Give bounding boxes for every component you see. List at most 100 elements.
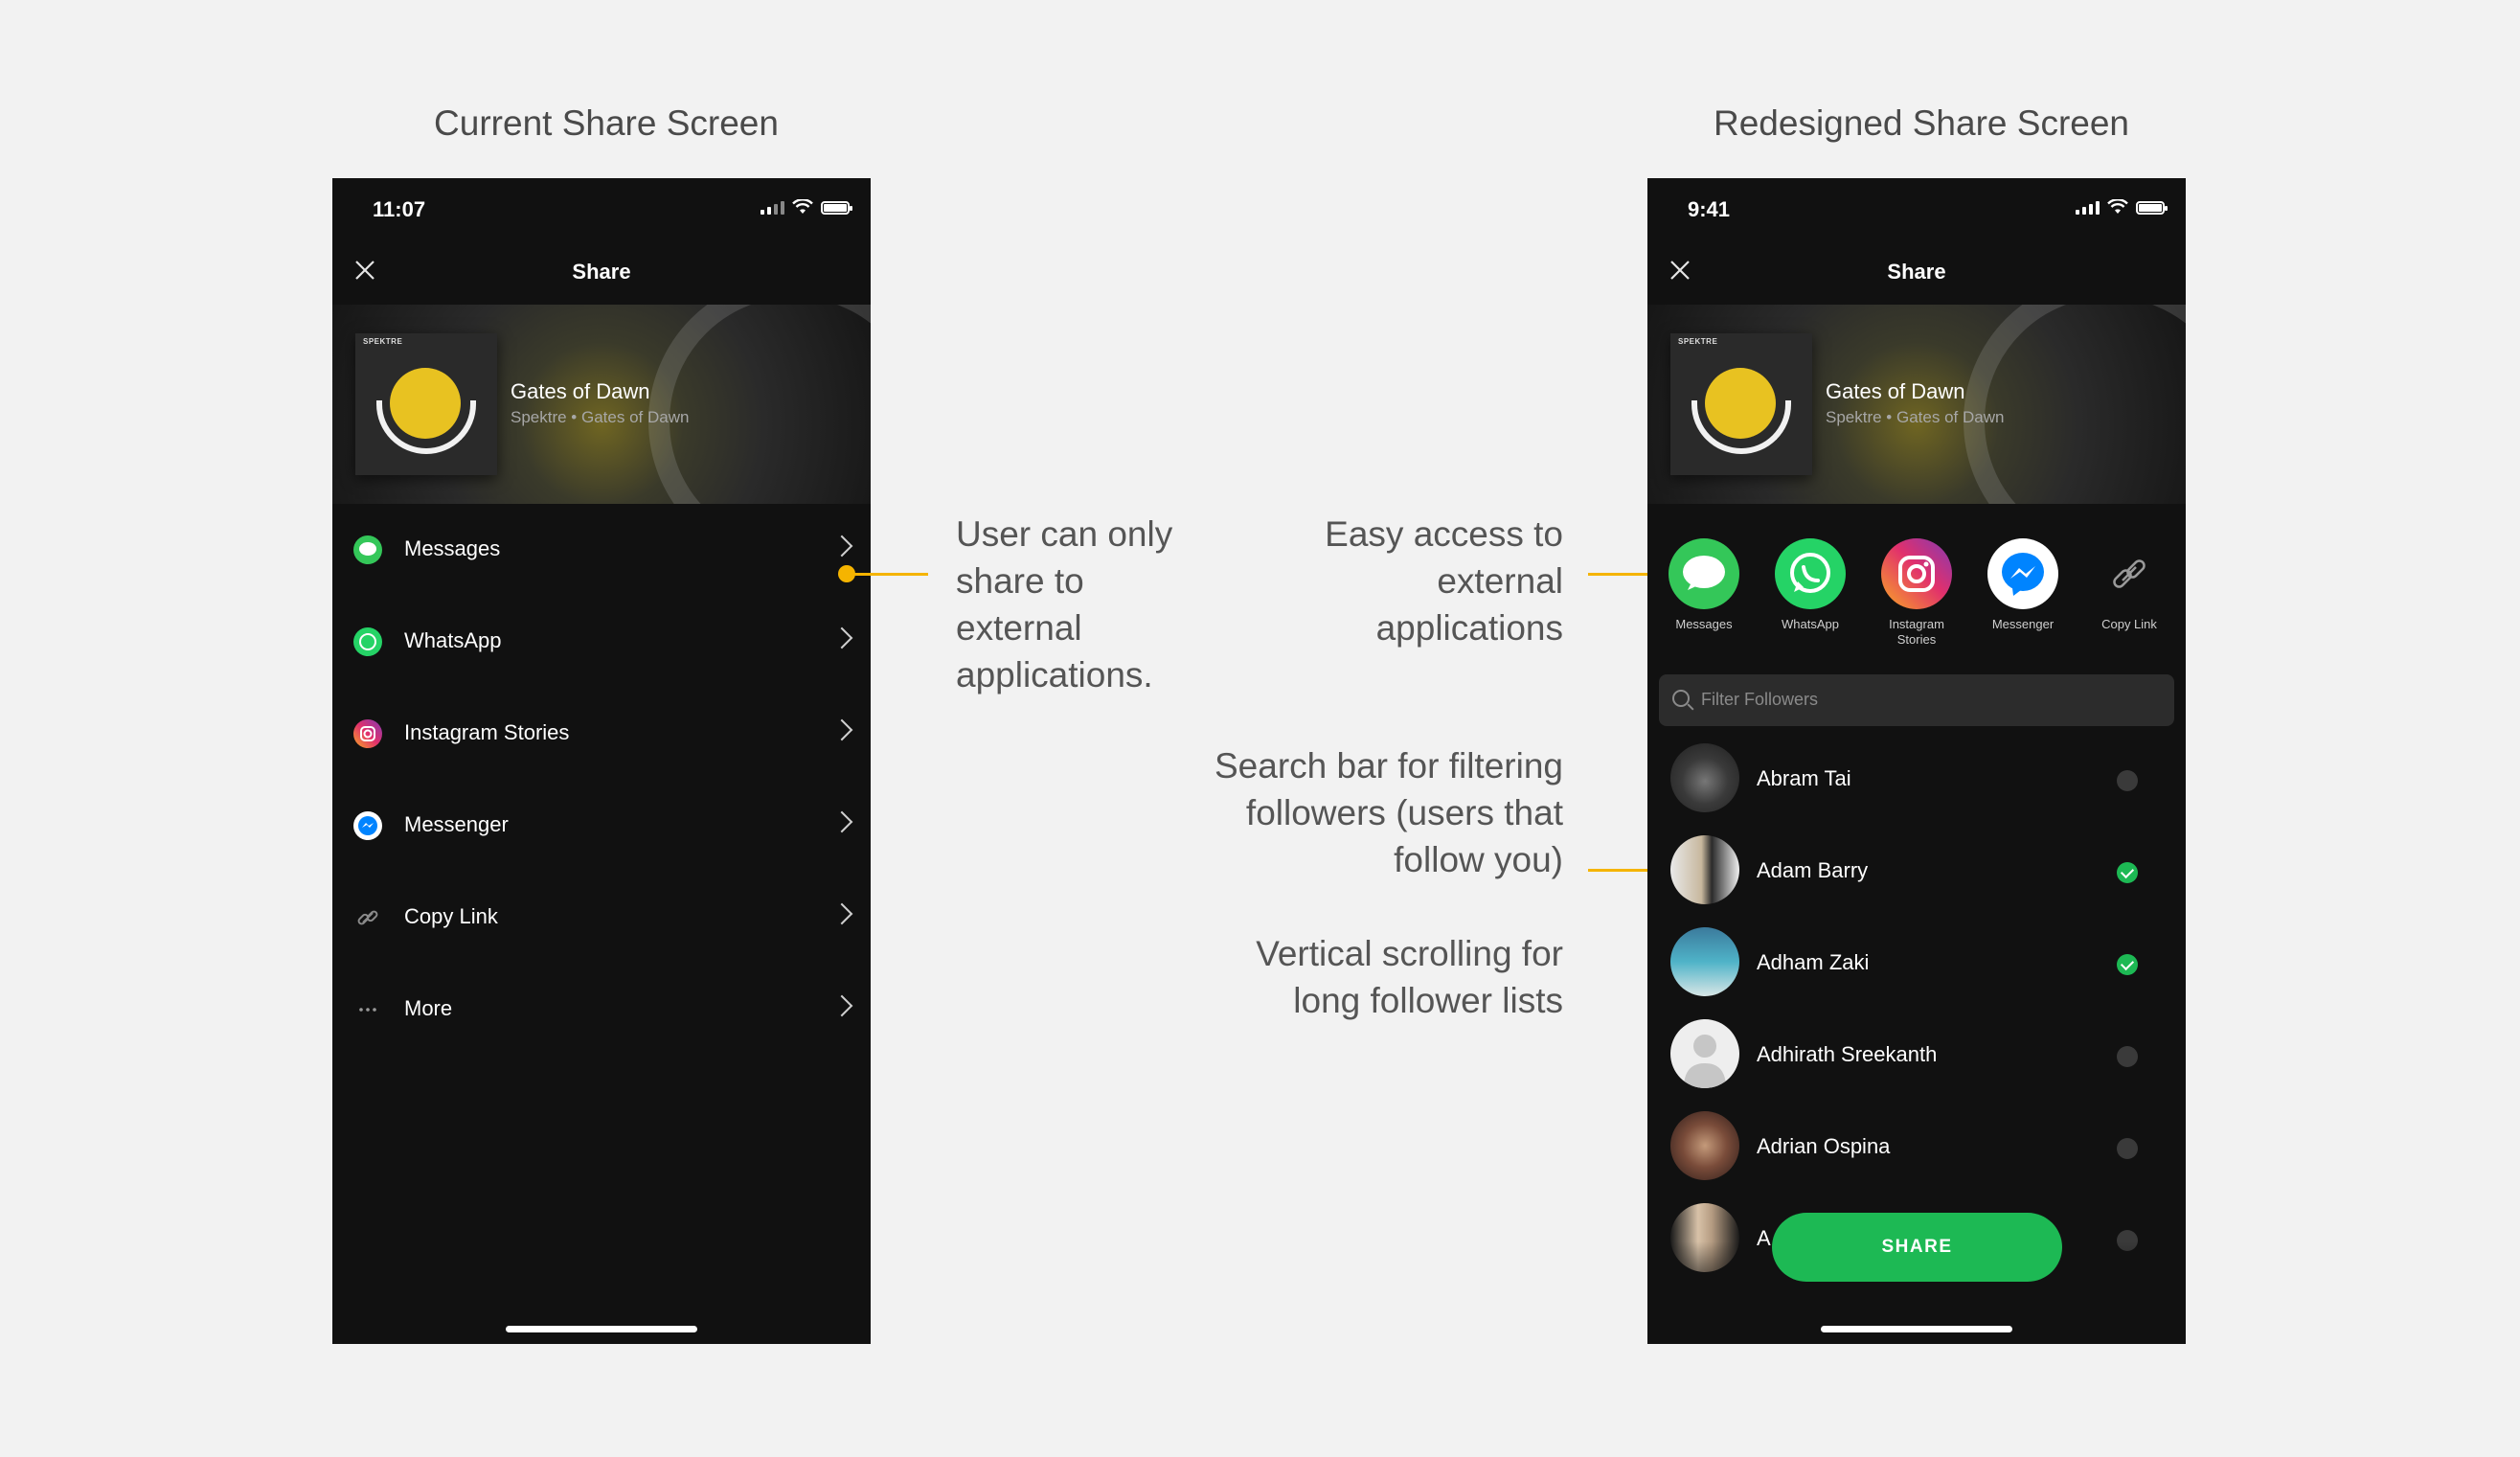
avatar bbox=[1670, 1019, 1739, 1088]
battery-icon bbox=[2136, 201, 2168, 215]
follower-name: Abram Tai bbox=[1757, 766, 1851, 790]
avatar bbox=[1670, 743, 1739, 812]
track-header: SPEKTRE Gates of Dawn Spektre • Gates of… bbox=[1647, 305, 2186, 504]
status-time: 9:41 bbox=[1688, 197, 1731, 221]
album-cover: SPEKTRE bbox=[355, 333, 497, 475]
annotation-line: external bbox=[1437, 561, 1563, 601]
status-time: 11:07 bbox=[373, 197, 426, 221]
battery-icon bbox=[821, 201, 852, 215]
annotation-leader-line bbox=[846, 573, 928, 576]
track-title: Gates of Dawn bbox=[1826, 379, 1965, 403]
page-title: Share bbox=[1887, 260, 1946, 284]
current-share-screen: 11:07 Share SPEKTRE Gates of Dawn Spektr… bbox=[332, 178, 871, 1344]
annotation-line: external bbox=[956, 608, 1082, 648]
select-checkbox-checked[interactable] bbox=[2117, 862, 2138, 883]
select-checkbox-checked[interactable] bbox=[2117, 954, 2138, 975]
share-option-messenger[interactable]: Messenger bbox=[332, 780, 871, 872]
share-app-label: Copy Link bbox=[2101, 617, 2157, 631]
share-app-label: Messages bbox=[1675, 617, 1733, 631]
redesigned-share-screen: 9:41 Share SPEKTRE Gates of Dawn Spektre… bbox=[1647, 178, 2186, 1344]
signal-icon bbox=[2076, 201, 2100, 215]
annotation-line: User can only bbox=[956, 514, 1173, 554]
select-checkbox[interactable] bbox=[2117, 1138, 2138, 1159]
follower-name: Adam Barry bbox=[1757, 858, 1869, 882]
avatar bbox=[1670, 1111, 1739, 1180]
instagram-icon bbox=[1881, 538, 1952, 609]
share-app-label: WhatsApp bbox=[1782, 617, 1839, 631]
share-option-copy-link[interactable]: Copy Link bbox=[332, 872, 871, 964]
share-option-label: Copy Link bbox=[404, 904, 498, 928]
cover-brand: SPEKTRE bbox=[363, 337, 403, 346]
select-checkbox[interactable] bbox=[2117, 770, 2138, 791]
track-title: Gates of Dawn bbox=[511, 379, 650, 403]
redesigned-screen-heading: Redesigned Share Screen bbox=[1713, 103, 2129, 143]
whatsapp-icon bbox=[353, 627, 382, 656]
share-button[interactable]: SHARE bbox=[1772, 1213, 2062, 1282]
annotation-line: applications. bbox=[956, 655, 1153, 694]
chevron-right-icon bbox=[830, 810, 853, 833]
annotation-dot bbox=[838, 565, 855, 582]
signal-icon bbox=[761, 201, 784, 215]
track-header: SPEKTRE Gates of Dawn Spektre • Gates of… bbox=[332, 305, 871, 504]
search-placeholder: Filter Followers bbox=[1701, 690, 1819, 709]
cover-brand: SPEKTRE bbox=[1678, 337, 1718, 346]
chevron-right-icon bbox=[830, 718, 853, 741]
album-cover: SPEKTRE bbox=[1670, 333, 1812, 475]
share-app-whatsapp[interactable]: WhatsApp bbox=[1772, 538, 1849, 632]
select-checkbox[interactable] bbox=[2117, 1046, 2138, 1067]
follower-name: Adrian Ospina bbox=[1757, 1134, 1891, 1158]
annotation-current-limitation: User can only share to external applicat… bbox=[956, 511, 1172, 698]
share-option-whatsapp[interactable]: WhatsApp bbox=[332, 596, 871, 688]
annotation-line: follow you) bbox=[1394, 840, 1563, 879]
chevron-right-icon bbox=[830, 626, 853, 649]
chevron-right-icon bbox=[830, 902, 853, 925]
annotation-line: Easy access to bbox=[1325, 514, 1563, 554]
annotation-scrolling: Vertical scrolling for long follower lis… bbox=[1256, 930, 1563, 1024]
wifi-icon bbox=[2107, 199, 2128, 214]
share-option-label: More bbox=[404, 996, 453, 1020]
status-icons bbox=[761, 199, 852, 215]
share-option-label: Messenger bbox=[404, 812, 509, 836]
share-option-instagram-stories[interactable]: Instagram Stories bbox=[332, 688, 871, 780]
share-option-label: WhatsApp bbox=[404, 628, 502, 652]
filter-followers-input[interactable]: Filter Followers bbox=[1659, 674, 2174, 726]
link-icon bbox=[353, 903, 382, 932]
follower-name: Adham Zaki bbox=[1757, 950, 1870, 974]
whatsapp-icon bbox=[1775, 538, 1846, 609]
messages-icon bbox=[353, 535, 382, 564]
track-subtitle: Spektre • Gates of Dawn bbox=[1826, 408, 2005, 426]
annotation-line: followers (users that bbox=[1245, 793, 1563, 832]
share-option-label: Messages bbox=[404, 536, 501, 560]
search-icon bbox=[1672, 690, 1690, 707]
annotation-easy-access: Easy access to external applications bbox=[1325, 511, 1563, 651]
messenger-icon bbox=[353, 811, 382, 840]
messages-icon bbox=[1669, 538, 1739, 609]
annotation-line: long follower lists bbox=[1293, 981, 1563, 1020]
share-option-messages[interactable]: Messages bbox=[332, 504, 871, 596]
annotation-line: Vertical scrolling for bbox=[1256, 934, 1563, 973]
follower-row[interactable]: Adhirath Sreekanth bbox=[1647, 1010, 2186, 1102]
status-icons bbox=[2076, 199, 2168, 215]
follower-row[interactable]: Abram Tai bbox=[1647, 734, 2186, 826]
share-app-instagram-stories[interactable]: Instagram Stories bbox=[1878, 538, 1955, 648]
annotation-search-bar: Search bar for filtering followers (user… bbox=[1215, 742, 1563, 883]
share-option-label: Instagram Stories bbox=[404, 720, 570, 744]
follower-row[interactable]: Adrian Ospina bbox=[1647, 1102, 2186, 1194]
share-app-messenger[interactable]: Messenger bbox=[1985, 538, 2061, 632]
share-option-more[interactable]: More bbox=[332, 964, 871, 1056]
messenger-icon bbox=[1987, 538, 2058, 609]
follower-name: Adhirath Sreekanth bbox=[1757, 1042, 1938, 1066]
chevron-right-icon bbox=[830, 535, 853, 558]
share-app-label: Messenger bbox=[1991, 617, 2055, 631]
share-app-messages[interactable]: Messages bbox=[1666, 538, 1742, 632]
more-icon bbox=[353, 995, 382, 1024]
annotation-line: applications bbox=[1375, 608, 1563, 648]
avatar bbox=[1670, 835, 1739, 904]
page-title: Share bbox=[572, 260, 631, 284]
home-indicator bbox=[506, 1326, 697, 1332]
follower-row[interactable]: Adam Barry bbox=[1647, 826, 2186, 918]
follower-row[interactable]: Adham Zaki bbox=[1647, 918, 2186, 1010]
share-app-copy-link[interactable]: Copy Link bbox=[2091, 538, 2168, 632]
avatar bbox=[1670, 927, 1739, 996]
annotation-line: Search bar for filtering bbox=[1214, 746, 1563, 785]
